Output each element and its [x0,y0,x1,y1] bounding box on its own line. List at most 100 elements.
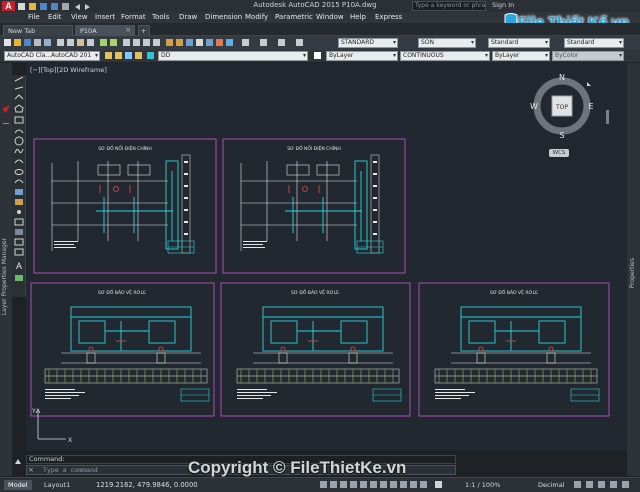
line-icon [14,76,24,82]
color-select[interactable]: ByLayer [326,51,398,61]
menu-dimension[interactable]: Dimension [205,13,242,21]
document-tab-bar: New Tab P10A × + [0,23,640,36]
sheet-main-2: SƠ ĐỒ NỐI ĐIỆN CHÍNH [222,138,406,274]
menu-draw[interactable]: Draw [179,13,197,21]
make-block-icon [15,199,23,205]
autocad-logo-icon[interactable]: A [2,1,15,11]
layers-toolbar: AutoCAD Cla...AutoCAD 201 DD ByLayer CON… [0,50,640,63]
isolate-objects-icon [598,481,605,488]
menu-insert[interactable]: Insert [95,13,115,21]
ellipse-arc-icon [14,179,24,184]
sign-in-link[interactable]: Sign In [492,1,514,9]
workspace-select[interactable]: AutoCAD Cla...AutoCAD 201 [4,51,100,61]
units-readout[interactable]: Decimal [538,481,565,489]
sheet-title: SƠ ĐỒ BẢO VỆ RƠLE [291,287,339,296]
undo-icon [100,39,107,46]
tab-layout1[interactable]: Layout1 [40,480,74,490]
layer-lock-icon [135,52,142,59]
layer-properties-manager-label[interactable]: Layer Properties Manager [1,238,8,315]
menu-window[interactable]: Window [316,13,344,21]
tab-new[interactable]: New Tab [3,25,73,36]
quick-access-icons[interactable] [18,2,138,11]
compass-south: S [559,131,564,140]
viewcube[interactable]: TOP N S E W [527,72,599,152]
menu-modify[interactable]: Modify [245,13,268,21]
mleader-style-select[interactable]: Standard [564,38,624,48]
menu-tools[interactable]: Tools [152,13,169,21]
dim-style-select[interactable]: SON [418,38,476,48]
qnew-icon [4,39,11,46]
menu-edit[interactable]: Edit [48,13,62,21]
search-input[interactable]: Type a keyword or phrase [412,1,486,11]
sheet-border [220,282,411,417]
compass-east: E [588,102,593,111]
zoom-window-icon [143,39,150,46]
status-tray-icons[interactable] [574,480,634,490]
polygon-icon [14,104,24,113]
navigation-bar[interactable] [604,100,612,300]
viewport-controls[interactable]: [−][Top][2D Wireframe] [30,66,107,74]
tab-label: New Tab [8,27,36,35]
ortho-icon [350,481,357,488]
sheet-title: SƠ ĐỒ NỐI ĐIỆN CHÍNH [98,143,152,152]
mleader-style-icon [296,39,303,46]
table-style-select[interactable]: Standard [488,38,550,48]
markup-icon [206,39,213,46]
plot-style-select[interactable]: ByColor [552,51,624,61]
sheet-title: SƠ ĐỒ BẢO VỆ RƠLE [490,287,538,296]
arc-icon [14,129,24,134]
pan-icon [123,39,130,46]
save-icon [40,3,47,10]
grip-icon [3,123,9,124]
svg-text:X: X [68,437,72,444]
isodraft-icon [370,481,377,488]
copy-icon [67,39,74,46]
lineweight-select[interactable]: ByLayer [492,51,550,61]
menu-help[interactable]: Help [350,13,366,21]
layer-tool-icons[interactable] [103,50,163,62]
save-as-icon [51,3,58,10]
right-docked-palette: Properties [627,63,640,476]
layer-select[interactable]: DD [158,51,308,61]
tool-palettes-icon [186,39,193,46]
sheet-relay-3: SƠ ĐỒ BẢO VỆ RƠLE [418,282,610,417]
standard-toolbar-icons[interactable] [2,36,342,50]
help-icon [226,39,233,46]
close-icon[interactable]: × [28,466,34,474]
command-grip[interactable] [12,455,24,475]
menu-parametric[interactable]: Parametric [275,13,313,21]
polyline-icon [14,94,24,100]
lock-ui-icon [586,481,593,488]
tab-p10a[interactable]: P10A × [75,25,135,36]
autocad-a-icon [2,105,10,113]
text-style-select[interactable]: STANDARD [338,38,398,48]
menu-file[interactable]: File [28,13,40,21]
calculator-icon [216,39,223,46]
wcs-menu-button[interactable]: WCS [549,149,569,157]
home-icon [587,82,591,86]
new-file-icon [18,3,25,10]
properties-icon [166,39,173,46]
menu-format[interactable]: Format [121,13,146,21]
design-center-icon [176,39,183,46]
tab-model[interactable]: Model [4,480,32,490]
annotation-scale[interactable]: 1:1 / 100% [465,481,500,489]
snap-icon [340,481,347,488]
properties-palette-label[interactable]: Properties [629,258,636,288]
menu-view[interactable]: View [71,13,88,21]
draw-tool-icons[interactable]: A [12,75,26,297]
linetype-select[interactable]: CONTINUOUS [400,51,490,61]
new-tab-button[interactable]: + [138,25,150,36]
text-style-icon [242,39,249,46]
coordinate-readout[interactable]: 1219.2162, 479.9846, 0.0000 [96,481,198,489]
region-icon [14,238,24,246]
model-space-icon [320,481,327,488]
transparency-icon [410,481,417,488]
table-icon [14,248,24,256]
grid-icon [330,481,337,488]
compass-west: W [530,102,538,111]
menu-express[interactable]: Express [375,13,402,21]
status-toggle-icons[interactable] [320,480,460,490]
close-icon[interactable]: × [125,26,131,34]
sheet-main-1: SƠ ĐỒ NỐI ĐIỆN CHÍNH [33,138,217,274]
